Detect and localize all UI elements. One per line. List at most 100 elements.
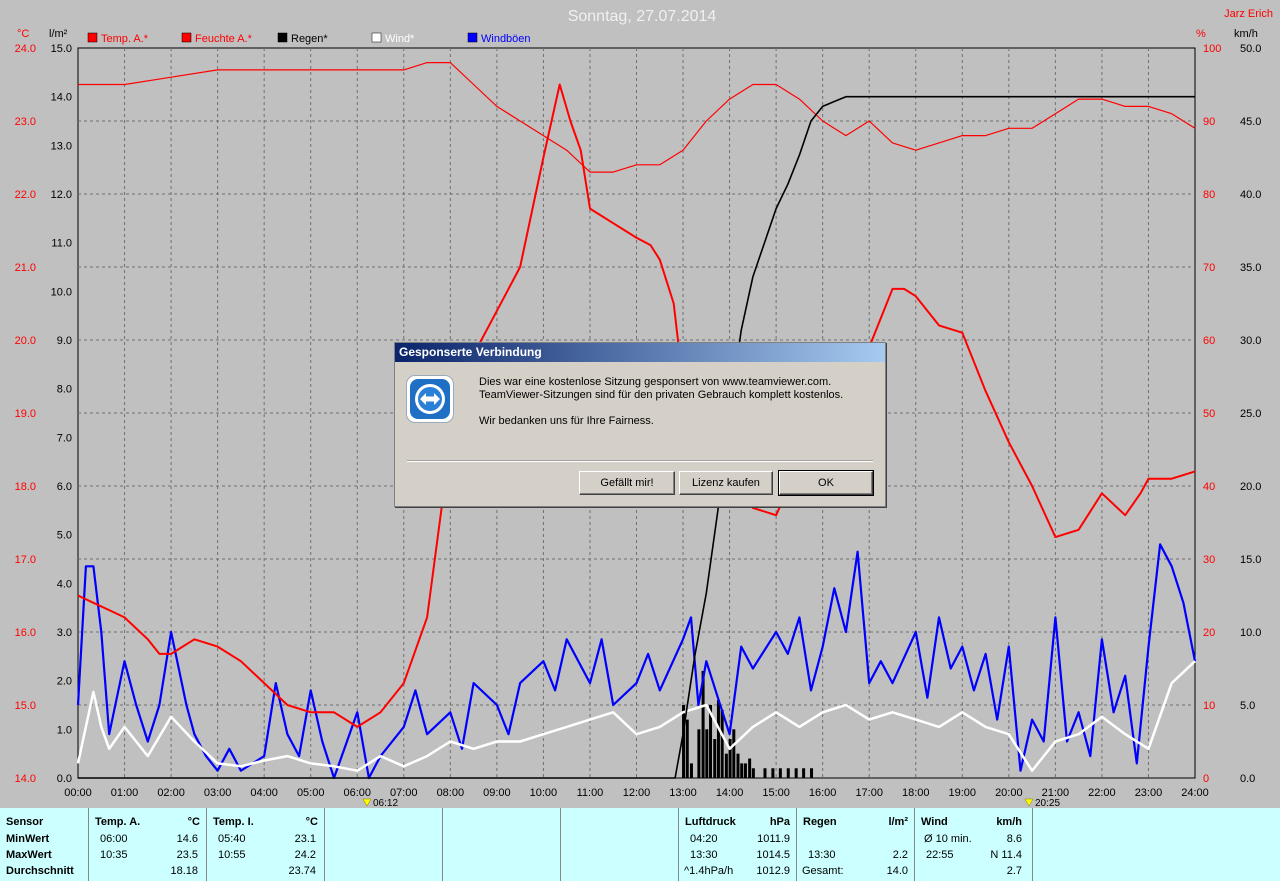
tick-label-temp: 15.0	[15, 700, 36, 712]
rain-bar	[810, 768, 814, 778]
tick-label-time: 20:00	[995, 787, 1023, 799]
sunrise-label: 06:12	[373, 798, 398, 808]
tick-label-time: 22:00	[1088, 787, 1116, 799]
tick-label-wind: 35.0	[1240, 262, 1261, 274]
rain-bar	[740, 763, 744, 778]
tick-label-wind: 10.0	[1240, 627, 1261, 639]
tick-label-humidity: 10	[1203, 700, 1215, 712]
dialog-line-2: TeamViewer-Sitzungen sind für den privat…	[479, 389, 844, 401]
temp-a-title: Temp. A.	[95, 816, 141, 828]
tick-label-humidity: 80	[1203, 189, 1215, 201]
sunset-label: 20:25	[1035, 798, 1060, 808]
row-label-avg: Durchschnitt	[6, 865, 74, 877]
rain-bar	[771, 768, 775, 778]
tick-label-time: 24:00	[1181, 787, 1209, 799]
legend-swatch	[371, 32, 382, 43]
rain-bar	[778, 768, 782, 778]
tick-label-temp: 20.0	[15, 335, 36, 347]
tick-label-time: 12:00	[623, 787, 651, 799]
tick-label-time: 01:00	[111, 787, 139, 799]
legend-swatch	[277, 32, 288, 43]
tick-label-temp: 17.0	[15, 554, 36, 566]
temp-a-unit: °C	[187, 816, 200, 828]
dialog-title: Gesponserte Verbindung	[395, 343, 885, 362]
tick-label-time: 11:00	[577, 787, 604, 799]
dialog-line-1: Dies war eine kostenlose Sitzung gespons…	[479, 376, 832, 388]
tick-label-humidity: 90	[1203, 116, 1215, 128]
rain-bar	[732, 729, 736, 778]
tick-label-humidity: 60	[1203, 335, 1215, 347]
tick-label-wind: 30.0	[1240, 335, 1261, 347]
tick-label-time: 16:00	[809, 787, 837, 799]
tick-label-wind: 15.0	[1240, 554, 1261, 566]
row-label-max: MaxWert	[6, 849, 52, 861]
tick-label-time: 06:00	[343, 787, 371, 799]
tick-label-rain: 1.0	[57, 724, 72, 736]
like-button[interactable]: Gefällt mir!	[579, 471, 675, 495]
rain-bar	[794, 768, 798, 778]
legend-swatch	[467, 32, 478, 43]
tick-label-time: 09:00	[483, 787, 511, 799]
tick-label-wind: 45.0	[1240, 116, 1261, 128]
tick-label-rain: 6.0	[57, 481, 72, 493]
wind-max-time: 22:55	[926, 849, 954, 861]
dialog-separator	[407, 460, 873, 462]
temp-a-avg: 18.18	[170, 865, 198, 877]
rain-bar	[713, 739, 717, 778]
tick-label-time: 00:00	[64, 787, 92, 799]
rain-bar	[724, 753, 728, 778]
tick-label-rain: 14.0	[51, 92, 72, 104]
tick-label-time: 03:00	[204, 787, 232, 799]
tick-label-rain: 3.0	[57, 627, 72, 639]
tick-label-time: 02:00	[157, 787, 185, 799]
chart-title: Sonntag, 27.07.2014	[568, 8, 717, 25]
tick-label-humidity: 20	[1203, 627, 1215, 639]
tick-label-rain: 9.0	[57, 335, 72, 347]
tick-label-humidity: 0	[1203, 773, 1209, 785]
tick-label-temp: 24.0	[15, 43, 36, 55]
rain-bar	[743, 763, 747, 778]
buy-license-button[interactable]: Lizenz kaufen	[679, 471, 773, 495]
ok-button[interactable]: OK	[778, 470, 874, 496]
dialog-line-3: Wir bedanken uns für Ihre Fairness.	[479, 415, 654, 427]
tick-label-time: 19:00	[949, 787, 977, 799]
rain-bar	[802, 768, 806, 778]
rain-bar	[748, 758, 752, 778]
unit-rain: l/m²	[49, 28, 68, 40]
tick-label-wind: 25.0	[1240, 408, 1261, 420]
rain-bar	[685, 719, 689, 778]
tick-label-rain: 2.0	[57, 676, 72, 688]
temp-a-max-time: 10:35	[100, 849, 128, 861]
legend-label: Wind*	[385, 33, 415, 45]
tick-label-wind: 5.0	[1240, 700, 1255, 712]
tick-label-rain: 10.0	[51, 286, 72, 298]
rain-bar	[751, 768, 755, 778]
rain-bar	[786, 768, 790, 778]
tick-label-time: 23:00	[1135, 787, 1163, 799]
tick-label-temp: 22.0	[15, 189, 36, 201]
tick-label-time: 17:00	[855, 787, 883, 799]
temp-a-min: 14.6	[176, 833, 198, 845]
wind-avg10: 8.6	[1006, 833, 1022, 845]
pressure-min-time: 04:20	[690, 833, 718, 845]
temp-a-min-time: 06:00	[100, 833, 128, 845]
rain-bar	[716, 700, 720, 778]
tick-label-time: 04:00	[250, 787, 278, 799]
tick-label-humidity: 50	[1203, 408, 1215, 420]
legend-label: Temp. A.*	[101, 33, 149, 45]
row-label-min: MinWert	[6, 833, 50, 845]
tick-label-time: 18:00	[902, 787, 930, 799]
legend-swatch	[87, 32, 98, 43]
rain-bar	[705, 729, 709, 778]
tick-label-temp: 16.0	[15, 627, 36, 639]
tick-label-rain: 12.0	[51, 189, 72, 201]
wind-unit: km/h	[996, 816, 1022, 828]
legend-swatch	[181, 32, 192, 43]
tick-label-rain: 13.0	[51, 140, 72, 152]
temp-i-title: Temp. I.	[213, 816, 254, 828]
unit-humidity: %	[1196, 28, 1206, 40]
tick-label-humidity: 40	[1203, 481, 1215, 493]
sponsored-session-dialog: Gesponserte Verbindung Dies war eine kos…	[394, 342, 886, 507]
tick-label-wind: 50.0	[1240, 43, 1261, 55]
rain-unit: l/m²	[888, 816, 908, 828]
